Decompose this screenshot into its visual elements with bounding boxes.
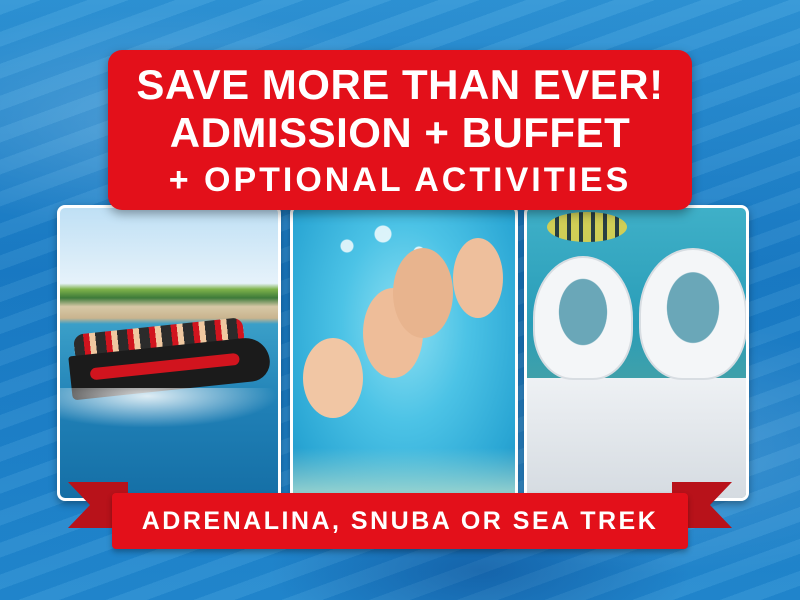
headline-line-2: ADMISSION + BUFFET	[169, 109, 631, 156]
diver	[453, 238, 503, 318]
diving-suit	[527, 378, 746, 498]
speedboat-photo	[57, 205, 281, 501]
headline-line-1: SAVE MORE THAN EVER!	[136, 61, 664, 108]
diver	[303, 338, 363, 418]
sea-floor	[293, 448, 515, 498]
sea-trek-photo	[524, 205, 749, 501]
headline-line-3: + OPTIONAL ACTIVITIES	[168, 161, 632, 199]
fish-school	[547, 212, 627, 242]
headline-banner: SAVE MORE THAN EVER! ADMISSION + BUFFET …	[108, 50, 692, 210]
sea-trek-helmet	[533, 256, 633, 380]
activities-ribbon: ADRENALINA, SNUBA OR SEA TREK	[112, 493, 688, 549]
boat-wake	[60, 388, 278, 428]
snuba-photo	[290, 205, 518, 501]
diver	[393, 248, 453, 338]
sea-trek-helmet	[639, 248, 746, 380]
